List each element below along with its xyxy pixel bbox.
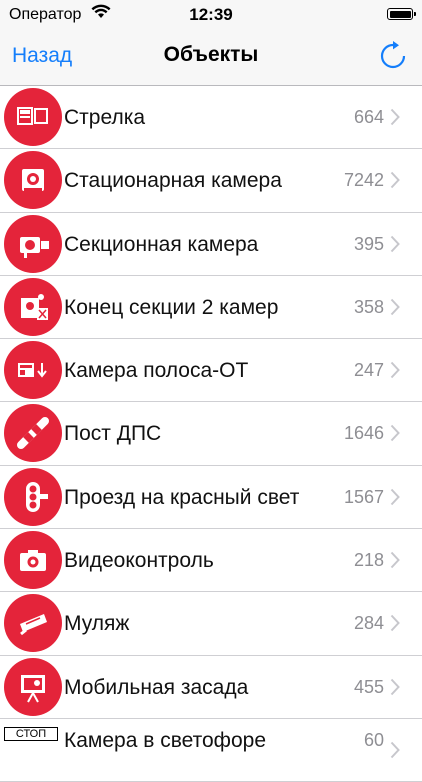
chevron-right-icon xyxy=(390,298,400,316)
list-item[interactable]: Муляж 284 xyxy=(0,592,422,656)
chevron-right-icon xyxy=(390,678,400,695)
chevron-right-icon xyxy=(390,425,400,442)
list-item[interactable]: Мобильная засада 455 xyxy=(0,655,422,719)
item-label: Видеоконтроль xyxy=(64,549,214,573)
chevron-right-icon xyxy=(390,362,400,379)
item-label: Проезд на красный свет xyxy=(64,485,300,509)
stop-sign-icon: СТОП xyxy=(4,726,58,741)
list-item[interactable]: Стрелка 664 xyxy=(0,86,422,150)
list-item[interactable]: СТОП Камера в светофоре 60 xyxy=(0,718,422,782)
item-label: Муляж xyxy=(64,612,130,636)
lane-camera-icon xyxy=(4,341,62,400)
strelka-icon xyxy=(4,88,62,146)
chevron-right-icon xyxy=(390,172,400,189)
item-label: Камера в светофоре xyxy=(64,728,266,752)
mobile-ambush-icon xyxy=(4,657,62,716)
section-camera-icon xyxy=(4,214,62,273)
battery-icon xyxy=(387,8,416,20)
item-label: Мобильная засада xyxy=(64,675,249,699)
item-count: 1567 xyxy=(343,486,384,507)
item-label: Пост ДПС xyxy=(64,422,162,446)
chevron-right-icon xyxy=(390,551,400,569)
item-count: 218 xyxy=(353,550,384,571)
list-item[interactable]: Камера полоса-ОТ 247 xyxy=(0,339,422,403)
list-item[interactable]: Проезд на красный свет 1567 xyxy=(0,465,422,530)
item-count: 455 xyxy=(353,676,384,697)
list-item[interactable]: Стационарная камера 7242 xyxy=(0,149,422,213)
item-count: 664 xyxy=(353,107,384,127)
item-count: 60 xyxy=(363,729,384,750)
item-label: Камера полоса-ОТ xyxy=(64,359,249,383)
item-label: Стрелка xyxy=(64,106,146,129)
item-count: 1646 xyxy=(343,423,384,444)
list-item[interactable]: Конец секции 2 камер 358 xyxy=(0,275,422,340)
item-count: 358 xyxy=(353,296,384,317)
page-title: Объекты xyxy=(163,43,259,66)
navigation-bar: Назад Объекты xyxy=(0,30,422,86)
item-label: Конец секции 2 камер xyxy=(64,295,279,319)
traffic-light-icon xyxy=(4,467,62,526)
stationary-camera-icon xyxy=(4,151,62,210)
list-item[interactable]: Секционная камера 395 xyxy=(0,212,422,276)
dummy-camera-icon xyxy=(4,594,62,653)
list-item[interactable]: Пост ДПС 1646 xyxy=(0,402,422,466)
police-post-icon xyxy=(4,404,62,463)
item-count: 395 xyxy=(353,233,384,254)
section-end-icon xyxy=(4,277,62,336)
status-bar: Оператор 12:39 xyxy=(0,0,422,30)
objects-list: Стрелка 664 Стационарная камера 7242 Секцион… xyxy=(0,86,422,782)
video-control-icon xyxy=(4,531,62,590)
refresh-icon[interactable] xyxy=(378,41,408,71)
item-label: Секционная камера xyxy=(64,232,259,256)
chevron-right-icon xyxy=(390,615,400,632)
item-label: Стационарная камера xyxy=(64,169,282,193)
item-count: 284 xyxy=(353,613,384,634)
chevron-right-icon xyxy=(390,108,400,126)
chevron-right-icon xyxy=(390,235,400,252)
item-count: 7242 xyxy=(343,170,384,191)
clock: 12:39 xyxy=(189,5,233,24)
chevron-right-icon xyxy=(390,488,400,505)
item-count: 247 xyxy=(353,360,384,381)
list-item[interactable]: Видеоконтроль 218 xyxy=(0,529,422,593)
